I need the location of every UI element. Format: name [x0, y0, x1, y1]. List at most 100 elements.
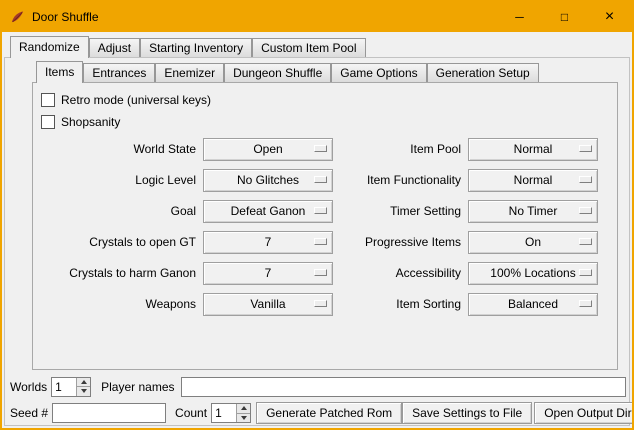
- titlebar: Door Shuffle ─ □ ×: [2, 2, 632, 32]
- caption-buttons: ─ □ ×: [497, 2, 632, 32]
- world-state-dropdown[interactable]: Open: [203, 138, 333, 161]
- dropdown-value: Open: [253, 142, 282, 156]
- crystals-gt-dropdown[interactable]: 7: [203, 231, 333, 254]
- subtab-dungeon-shuffle[interactable]: Dungeon Shuffle: [224, 63, 331, 82]
- save-settings-button[interactable]: Save Settings to File: [402, 402, 532, 424]
- progressive-items-dropdown[interactable]: On: [468, 231, 598, 254]
- count-spinbox[interactable]: 1: [211, 403, 251, 423]
- dropdown-indicator-icon: [579, 269, 592, 276]
- subtab-items[interactable]: Items: [36, 61, 83, 83]
- count-label: Count: [175, 406, 207, 420]
- dropdown-indicator-icon: [314, 207, 327, 214]
- item-sorting-label: Item Sorting: [341, 297, 461, 311]
- retro-mode-checkbox[interactable]: Retro mode (universal keys): [41, 91, 617, 109]
- spin-up-button[interactable]: [237, 404, 250, 413]
- spin-down-button[interactable]: [77, 386, 90, 396]
- dropdown-value: Vanilla: [250, 297, 285, 311]
- item-functionality-dropdown[interactable]: Normal: [468, 169, 598, 192]
- option-row: Goal Defeat Ganon Timer Setting No Timer: [38, 199, 617, 223]
- spin-down-icon: [241, 416, 247, 420]
- window-title: Door Shuffle: [32, 10, 497, 24]
- item-pool-dropdown[interactable]: Normal: [468, 138, 598, 161]
- dropdown-value: Defeat Ganon: [231, 204, 306, 218]
- app-icon: [10, 10, 25, 25]
- option-row: World State Open Item Pool Normal: [38, 137, 617, 161]
- spin-up-button[interactable]: [77, 378, 90, 387]
- dropdown-value: 7: [265, 235, 272, 249]
- accessibility-label: Accessibility: [341, 266, 461, 280]
- dropdown-indicator-icon: [314, 269, 327, 276]
- dropdown-indicator-icon: [579, 176, 592, 183]
- spin-down-icon: [81, 389, 87, 393]
- maximize-button[interactable]: □: [542, 2, 587, 32]
- item-pool-label: Item Pool: [341, 142, 461, 156]
- sub-tab-bar: Items Entrances Enemizer Dungeon Shuffle…: [36, 61, 539, 82]
- logic-level-label: Logic Level: [38, 173, 196, 187]
- tab-adjust[interactable]: Adjust: [89, 38, 140, 57]
- seed-row: Seed # Count 1 Generate Patched Rom Save…: [10, 402, 626, 424]
- worlds-spinbox[interactable]: 1: [51, 377, 91, 397]
- world-state-label: World State: [38, 142, 196, 156]
- spin-up-icon: [241, 406, 247, 410]
- timer-setting-dropdown[interactable]: No Timer: [468, 200, 598, 223]
- seed-label: Seed #: [10, 406, 48, 420]
- items-pane: Retro mode (universal keys) Shopsanity W…: [32, 82, 618, 370]
- dropdown-indicator-icon: [579, 145, 592, 152]
- item-sorting-dropdown[interactable]: Balanced: [468, 293, 598, 316]
- goal-dropdown[interactable]: Defeat Ganon: [203, 200, 333, 223]
- spinbox-value[interactable]: 1: [52, 378, 76, 396]
- subtab-generation-setup[interactable]: Generation Setup: [427, 63, 539, 82]
- logic-level-dropdown[interactable]: No Glitches: [203, 169, 333, 192]
- tab-custom-item-pool[interactable]: Custom Item Pool: [252, 38, 365, 57]
- subtab-enemizer[interactable]: Enemizer: [155, 63, 224, 82]
- option-row: Weapons Vanilla Item Sorting Balanced: [38, 292, 617, 316]
- main-tab-bar: Randomize Adjust Starting Inventory Cust…: [10, 36, 366, 57]
- player-names-input[interactable]: [181, 377, 627, 397]
- item-functionality-label: Item Functionality: [341, 173, 461, 187]
- weapons-dropdown[interactable]: Vanilla: [203, 293, 333, 316]
- spin-down-button[interactable]: [237, 413, 250, 423]
- dropdown-value: Normal: [514, 142, 553, 156]
- retro-mode-label: Retro mode (universal keys): [61, 93, 211, 107]
- door-shuffle-window: Door Shuffle ─ □ × Randomize Adjust Star…: [0, 0, 634, 430]
- dropdown-value: No Timer: [509, 204, 558, 218]
- subtab-entrances[interactable]: Entrances: [83, 63, 155, 82]
- option-row: Crystals to open GT 7 Progressive Items …: [38, 230, 617, 254]
- goal-label: Goal: [38, 204, 196, 218]
- dropdown-value: Normal: [514, 173, 553, 187]
- seed-input[interactable]: [52, 403, 166, 423]
- checkbox-box[interactable]: [41, 93, 55, 107]
- tab-randomize[interactable]: Randomize: [10, 36, 89, 58]
- shopsanity-checkbox[interactable]: Shopsanity: [41, 113, 617, 131]
- dropdown-indicator-icon: [314, 300, 327, 307]
- option-row: Logic Level No Glitches Item Functionali…: [38, 168, 617, 192]
- spinbox-value[interactable]: 1: [212, 404, 236, 422]
- options-grid: World State Open Item Pool Normal Logic …: [38, 137, 617, 316]
- weapons-label: Weapons: [38, 297, 196, 311]
- dropdown-value: Balanced: [508, 297, 558, 311]
- worlds-row: Worlds 1 Player names: [10, 376, 626, 397]
- spinbox-arrows: [236, 404, 250, 422]
- option-row: Crystals to harm Ganon 7 Accessibility 1…: [38, 261, 617, 285]
- dropdown-indicator-icon: [314, 176, 327, 183]
- close-button[interactable]: ×: [587, 2, 632, 32]
- subtab-game-options[interactable]: Game Options: [331, 63, 426, 82]
- checkbox-box[interactable]: [41, 115, 55, 129]
- dropdown-indicator-icon: [314, 238, 327, 245]
- generate-patched-rom-button[interactable]: Generate Patched Rom: [256, 402, 402, 424]
- accessibility-dropdown[interactable]: 100% Locations: [468, 262, 598, 285]
- minimize-button[interactable]: ─: [497, 2, 542, 32]
- dropdown-indicator-icon: [314, 145, 327, 152]
- crystals-ganon-dropdown[interactable]: 7: [203, 262, 333, 285]
- open-output-directory-button[interactable]: Open Output Directory: [534, 402, 634, 424]
- dropdown-value: 100% Locations: [490, 266, 575, 280]
- dropdown-indicator-icon: [579, 238, 592, 245]
- worlds-label: Worlds: [10, 380, 47, 394]
- dropdown-value: 7: [265, 266, 272, 280]
- progressive-items-label: Progressive Items: [341, 235, 461, 249]
- shopsanity-label: Shopsanity: [61, 115, 120, 129]
- spinbox-arrows: [76, 378, 90, 396]
- tab-starting-inventory[interactable]: Starting Inventory: [140, 38, 252, 57]
- dropdown-value: On: [525, 235, 541, 249]
- timer-setting-label: Timer Setting: [341, 204, 461, 218]
